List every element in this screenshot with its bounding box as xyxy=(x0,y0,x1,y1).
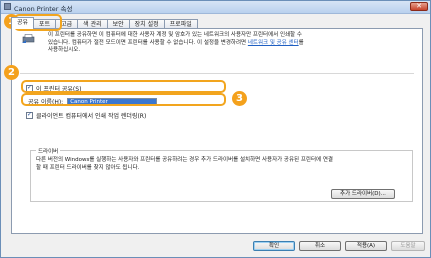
share-name-highlight xyxy=(21,93,226,106)
help-button[interactable]: 도움말 xyxy=(391,241,425,251)
sharing-description: 이 프린터를 공유하면 이 컴퓨터에 대한 사용자 계정 및 암호가 있는 네트… xyxy=(48,32,308,55)
divider xyxy=(20,73,414,74)
render-jobs-label: 클라이언트 컴퓨터에서 인쇄 작업 렌더링(R) xyxy=(36,113,147,120)
close-button[interactable]: ✕ xyxy=(410,2,428,11)
tab-sharing[interactable]: 공유 xyxy=(11,17,35,29)
drivers-description: 다른 버전의 Windows를 실행하는 사용자와 프린터를 공유하려는 경우 … xyxy=(36,157,333,171)
share-checkbox-highlight xyxy=(21,80,226,93)
drivers-group: 드라이버 다른 버전의 Windows를 실행하는 사용자와 프린터를 공유하려… xyxy=(30,147,413,202)
render-jobs-row: 클라이언트 컴퓨터에서 인쇄 작업 렌더링(R) xyxy=(26,111,146,120)
network-center-link[interactable]: 네트워크 및 공유 센터 xyxy=(248,40,299,46)
sharing-panel: 이 프린터를 공유하면 이 컴퓨터에 대한 사용자 계정 및 암호가 있는 네트… xyxy=(11,28,423,234)
step-marker-2: 2 xyxy=(4,65,19,80)
window-title: Canon Printer 속성 xyxy=(14,5,73,13)
ok-button[interactable]: 확인 xyxy=(253,241,295,251)
properties-window: Canon Printer 속성 ✕ 공유 포트 고급 색 관리 보안 장치 설… xyxy=(0,0,431,258)
printer-icon xyxy=(4,3,11,10)
shared-printer-icon xyxy=(22,34,35,43)
drivers-group-label: 드라이버 xyxy=(36,147,61,155)
additional-drivers-button[interactable]: 추가 드라이버(D)... xyxy=(331,189,395,199)
apply-button[interactable]: 적용(A) xyxy=(345,241,387,251)
title-bar: Canon Printer 속성 ✕ xyxy=(1,1,430,14)
step-marker-3: 3 xyxy=(232,91,247,106)
cancel-button[interactable]: 취소 xyxy=(299,241,341,251)
render-jobs-checkbox[interactable] xyxy=(26,111,33,119)
